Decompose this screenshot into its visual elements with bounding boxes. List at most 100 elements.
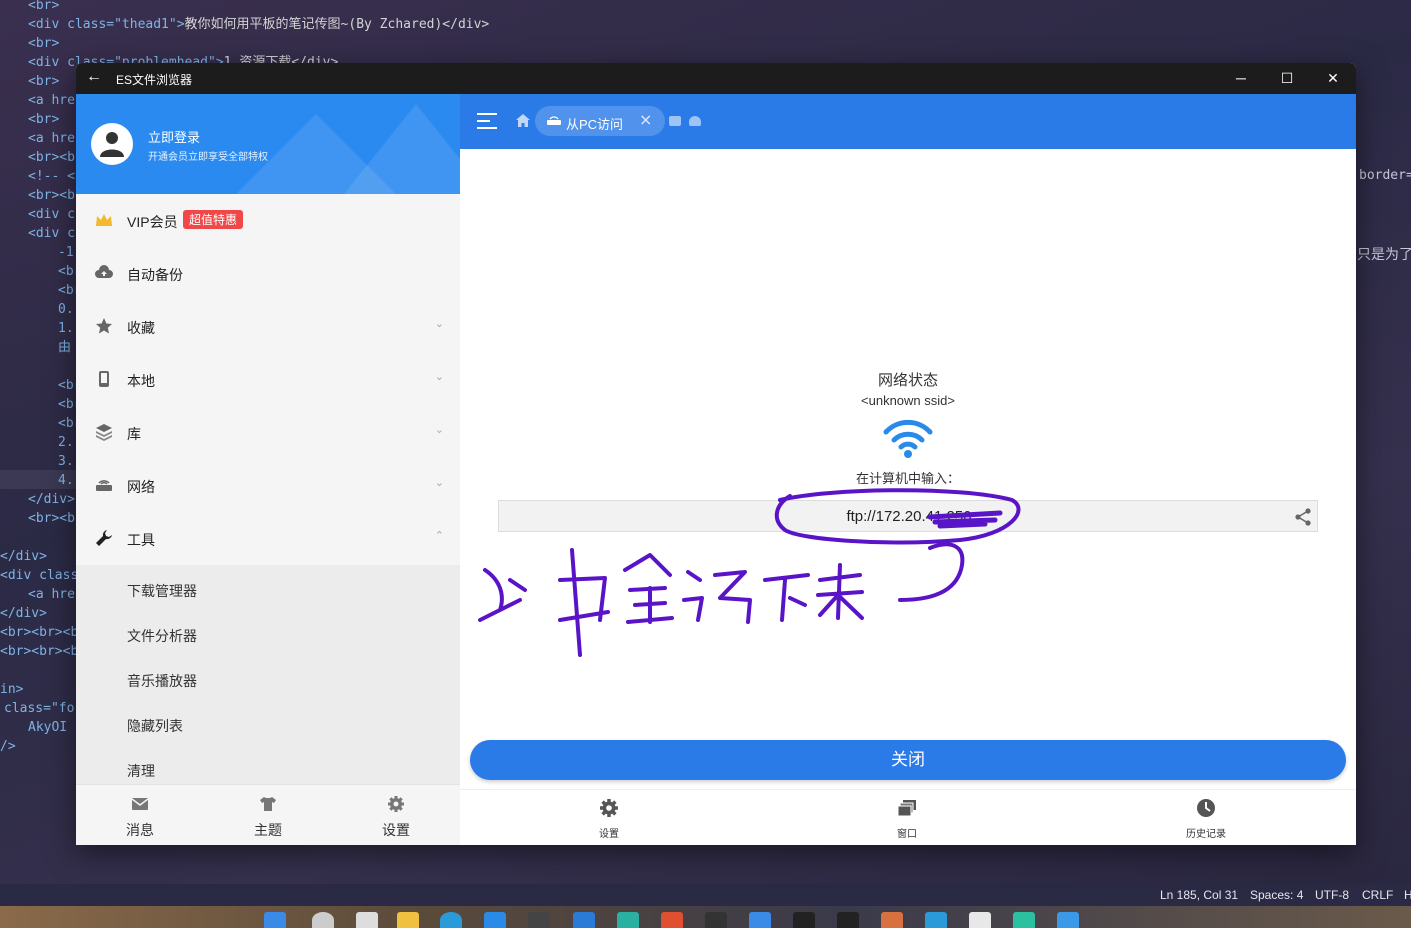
tab-settings[interactable]: 设置 <box>549 790 669 845</box>
code-line: </div> <box>0 547 47 566</box>
taskview-icon[interactable] <box>356 912 378 928</box>
code-line: <div c <box>28 205 75 224</box>
tab-themes[interactable]: 主题 <box>204 785 332 845</box>
chevron-down-icon[interactable]: ⌄ <box>435 423 444 436</box>
app-icon[interactable] <box>925 912 947 928</box>
code-line: <div class <box>0 566 78 585</box>
tab-label: 设置 <box>382 822 410 838</box>
tab-messages[interactable]: 消息 <box>76 785 204 845</box>
tool-cleaner[interactable]: 清理 <box>127 761 155 781</box>
cursor-position[interactable]: Ln 185, Col 31 <box>1160 888 1238 902</box>
window-icon[interactable] <box>669 116 681 126</box>
ftp-url-text[interactable]: ftp://172.20.41.250 <box>499 508 1319 525</box>
avatar[interactable] <box>91 123 133 165</box>
code-tag: <a hre <box>28 93 75 108</box>
store-icon[interactable] <box>484 912 506 928</box>
code-tag: <br><br><b <box>0 625 79 640</box>
windows-icon <box>897 800 916 817</box>
tool-music-player[interactable]: 音乐播放器 <box>127 671 197 691</box>
main-bottom-bar: 设置 窗口 历史记录 <box>460 789 1356 845</box>
sidebar-item-label: 自动备份 <box>127 267 183 283</box>
tool-hidden-list[interactable]: 隐藏列表 <box>127 716 183 736</box>
folder-icon[interactable] <box>397 912 419 928</box>
chevron-down-icon[interactable]: ⌄ <box>435 476 444 489</box>
dev-icon[interactable] <box>528 912 550 928</box>
github-icon[interactable] <box>793 912 815 928</box>
app-icon[interactable] <box>617 912 639 928</box>
star-icon <box>96 318 112 334</box>
start-icon[interactable] <box>264 912 286 928</box>
code-tag: /> <box>0 739 16 754</box>
sidebar-item-library[interactable]: 库 ⌄ <box>76 406 460 459</box>
code-line: <div c <box>28 224 75 243</box>
home-icon[interactable] <box>516 114 530 127</box>
chevron-up-icon[interactable]: ⌃ <box>435 529 444 542</box>
promo-badge: 超值特惠 <box>183 210 244 229</box>
chevron-down-icon[interactable]: ⌄ <box>435 317 444 330</box>
sidebar-item-auto-backup[interactable]: 自动备份 <box>76 247 460 300</box>
share-icon[interactable] <box>1293 507 1313 527</box>
code-line: <br> <box>28 0 59 15</box>
encoding-setting[interactable]: UTF-8 <box>1315 888 1349 902</box>
code-line: 1. <box>58 319 74 338</box>
sidebar-item-network[interactable]: 网络 ⌄ <box>76 459 460 512</box>
app-icon[interactable] <box>1013 912 1035 928</box>
office-icon[interactable] <box>661 912 683 928</box>
sidebar-bottom-bar: 消息 主题 设置 <box>76 784 460 845</box>
tab-access-from-pc[interactable]: 从PC访问 × <box>535 106 665 136</box>
wrench-icon <box>96 530 112 546</box>
code-tag: <div class="thead1"> <box>28 17 185 32</box>
vscode-icon[interactable] <box>573 912 595 928</box>
code-line: </div> <box>0 604 47 623</box>
sidebar-item-vip[interactable]: VIP会员 超值特惠 <box>76 194 460 247</box>
sidebar-item-favorites[interactable]: 收藏 ⌄ <box>76 300 460 353</box>
code-line: <a hre <box>28 129 75 148</box>
tool-download-manager[interactable]: 下载管理器 <box>127 581 197 601</box>
close-button[interactable]: 关闭 <box>470 740 1346 780</box>
code-tag: 由 <box>58 340 72 355</box>
ftp-url-field[interactable]: ftp://172.20.41.250 <box>498 500 1318 532</box>
code-line: <br><br><b <box>0 642 78 661</box>
es-file-explorer-window: ← ES文件浏览器 ─ ☐ ✕ 立即登录 开通会员立即享受全部特权 VIP会员 … <box>76 63 1356 845</box>
tab-label: 消息 <box>126 822 154 838</box>
indentation-setting[interactable]: Spaces: 4 <box>1250 888 1303 902</box>
search-icon[interactable] <box>312 912 334 928</box>
app-icon[interactable] <box>969 912 991 928</box>
chevron-down-icon[interactable]: ⌄ <box>435 370 444 383</box>
app-icon[interactable] <box>881 912 903 928</box>
tab-label: 从PC访问 <box>566 117 624 132</box>
code-tag: <div c <box>28 207 75 222</box>
taskbar <box>0 906 1411 928</box>
back-arrow-icon[interactable]: ← <box>86 68 102 86</box>
minimize-button[interactable]: ─ <box>1218 63 1264 94</box>
code-tag: <br><b <box>28 188 75 203</box>
app-icon[interactable] <box>749 912 771 928</box>
status-extra[interactable]: H <box>1404 888 1411 902</box>
sidebar-item-local[interactable]: 本地 ⌄ <box>76 353 460 406</box>
code-tag: in> <box>0 682 24 697</box>
tab-windows[interactable]: 窗口 <box>847 790 967 845</box>
code-tag: <br><b <box>28 511 75 526</box>
es-explorer-icon[interactable] <box>1057 912 1079 928</box>
tool-file-analyzer[interactable]: 文件分析器 <box>127 626 197 646</box>
tab-history[interactable]: 历史记录 <box>1146 790 1266 845</box>
eol-setting[interactable]: CRLF <box>1362 888 1393 902</box>
login-title[interactable]: 立即登录 <box>148 127 200 146</box>
tab-settings[interactable]: 设置 <box>332 785 460 845</box>
account-header[interactable]: 立即登录 开通会员立即享受全部特权 <box>76 94 460 194</box>
terminal-icon[interactable] <box>705 912 727 928</box>
sidebar-item-tools[interactable]: 工具 ⌃ <box>76 512 460 565</box>
code-tag: <br><br><b <box>0 644 79 659</box>
browser-icon[interactable] <box>440 912 462 928</box>
code-tag: <br> <box>28 36 60 51</box>
menu-icon[interactable] <box>477 113 497 134</box>
close-window-button[interactable]: ✕ <box>1310 63 1356 94</box>
maximize-button[interactable]: ☐ <box>1264 63 1310 94</box>
cloud-icon[interactable] <box>689 116 701 126</box>
router-icon <box>547 116 561 125</box>
close-tab-icon[interactable]: × <box>639 110 652 129</box>
app-icon[interactable] <box>837 912 859 928</box>
code-tag: 0. <box>58 302 74 317</box>
code-line: 由 <box>58 338 71 357</box>
code-tag: </div> <box>0 606 47 621</box>
